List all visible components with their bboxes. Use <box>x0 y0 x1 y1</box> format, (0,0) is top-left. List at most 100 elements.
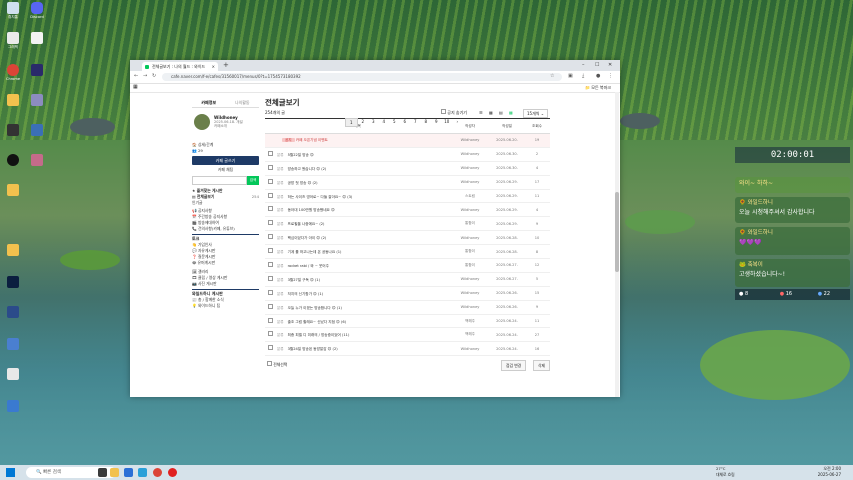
all-bookmarks[interactable]: 📁 모든 북마크 <box>585 85 611 91</box>
menu-item[interactable]: 📞 건의사항(카페, 유튜브) <box>192 226 259 232</box>
cafe-chat-link[interactable]: 카페 채팅 <box>192 167 259 173</box>
bookmark-star-icon[interactable]: ☆ <box>550 73 554 79</box>
row-checkbox[interactable] <box>268 289 273 295</box>
maximize-icon[interactable]: ☐ <box>595 60 599 71</box>
row-checkbox[interactable] <box>268 345 273 351</box>
page-link[interactable]: 3 <box>368 118 379 127</box>
post-author[interactable]: Wildhoney <box>450 161 490 176</box>
desktop-icon-app4[interactable] <box>26 124 48 137</box>
forward-icon[interactable]: → <box>143 73 147 79</box>
desktop-icon-discord[interactable]: Discord <box>26 2 48 19</box>
table-row[interactable]: 분류 오늘 누가 이겠는 방송합니다 😊 (1) Wildhoney 2025.06.… <box>265 300 550 315</box>
reload-icon[interactable]: ↻ <box>152 73 156 79</box>
row-checkbox[interactable] <box>268 303 273 309</box>
desktop-icon-folder3[interactable] <box>2 244 24 257</box>
desktop-icon-folder2[interactable] <box>2 184 24 197</box>
row-checkbox[interactable] <box>268 164 273 170</box>
menu-popular[interactable]: 인기글 <box>192 200 259 206</box>
windows-start-icon[interactable] <box>6 468 15 477</box>
post-title[interactable]: 분류 기계 를 하고나는데 온 공동나요 (1) <box>265 244 450 260</box>
post-author[interactable]: Wildhoney <box>450 133 490 148</box>
task-view-icon[interactable] <box>98 468 107 477</box>
table-row[interactable]: 분류 최종 피델 디 미래의 / 방송중이었어 (11) 백해주 2025.06.24… <box>265 327 550 343</box>
post-author[interactable]: 백해주 <box>450 327 490 343</box>
row-checkbox[interactable] <box>268 261 273 267</box>
notice-toggle[interactable]: 공지 숨기기 <box>441 108 467 118</box>
desktop-icon-app[interactable]: 그래픽 <box>2 32 24 49</box>
desktop-icon-app9[interactable] <box>2 368 24 381</box>
row-checkbox[interactable] <box>268 234 273 240</box>
post-title[interactable]: 분류 3월24일 방송된 동방말감 😊 (2) <box>265 341 450 357</box>
desktop-icon-photoshop[interactable] <box>2 276 24 289</box>
close-tab-icon[interactable]: × <box>212 62 215 71</box>
browser-tab[interactable]: 전체글보기 : 나의 월드 : 와이드 × <box>142 62 218 71</box>
post-author[interactable]: Wildhoney <box>450 341 490 357</box>
desktop-icon-app6[interactable] <box>26 154 48 167</box>
select-all[interactable]: 전체선택 <box>267 361 287 368</box>
extensions-icon[interactable]: ▣ <box>568 73 573 79</box>
view-card-icon[interactable]: ▦ <box>489 108 493 118</box>
view-list-icon[interactable]: ☰ <box>479 108 483 118</box>
post-author[interactable]: Wildhoney <box>450 202 490 218</box>
row-checkbox[interactable] <box>268 192 273 198</box>
post-author[interactable]: Wildhoney <box>450 300 490 315</box>
post-author[interactable]: Wildhoney <box>450 272 490 287</box>
page-link[interactable]: 7 <box>410 118 421 127</box>
desktop-icon-app8[interactable] <box>2 338 24 351</box>
table-row[interactable]: 분류 프로필을 나중에요~ (2) 통합이 2025.06.29. 9 <box>265 216 550 232</box>
tab-my-activity[interactable]: 나의활동 <box>226 98 260 107</box>
app-icon[interactable] <box>124 468 133 477</box>
table-row[interactable]: 분류 3월24일 방송된 동방말감 😊 (2) Wildhoney 2025.06.2… <box>265 341 550 357</box>
row-checkbox[interactable] <box>268 317 273 323</box>
page-link[interactable]: 1 <box>345 118 358 127</box>
desktop-icon-app5[interactable] <box>2 154 24 167</box>
table-row[interactable]: 분류 공방 첫 방송 😊 (2) Wildhoney 2025.06.29. 17 <box>265 175 550 190</box>
page-link[interactable]: 2 <box>358 118 369 127</box>
col-views[interactable]: 조회수 <box>524 118 550 134</box>
edge-icon[interactable] <box>138 468 147 477</box>
close-window-icon[interactable]: ✕ <box>608 60 612 71</box>
row-checkbox[interactable] <box>268 275 273 281</box>
desktop-icon-obs[interactable] <box>26 64 48 77</box>
page-link[interactable]: 5 <box>389 118 400 127</box>
view-album-icon[interactable]: ▤ <box>499 108 503 118</box>
page-link[interactable]: 6 <box>400 118 411 127</box>
row-checkbox[interactable] <box>268 220 273 226</box>
table-row[interactable]: 분류 하는 사이즈 영어로~ 다들 잘아요~ 😊 (3) 스트림 2025.06.29… <box>265 189 550 204</box>
page-link[interactable]: › <box>452 118 463 127</box>
table-row[interactable]: 분류 방송하고 왔습니다 😊 (2) Wildhoney 2025.06.30. 4 <box>265 161 550 176</box>
page-link[interactable]: 4 <box>379 118 390 127</box>
notice-row[interactable]: 공지 카페 오픈기념 이벤트 Wildhoney 2025.06.20. 19 <box>265 133 550 148</box>
profile-icon[interactable]: ● <box>596 73 600 79</box>
desktop-icon-chrome[interactable]: Chrome <box>2 64 24 81</box>
post-author[interactable]: 스트림 <box>450 189 490 204</box>
page-link[interactable]: 9 <box>431 118 442 127</box>
table-row[interactable]: 분류 5월22일 방송 😊 Wildhoney 2025.06.30. 2 <box>265 147 550 162</box>
row-checkbox[interactable] <box>268 331 273 337</box>
cafe-write-button[interactable]: 카페 글쓰기 <box>192 156 259 165</box>
post-title[interactable]: 분류 rocket rabi / 와 ~ 웃어주 <box>265 258 450 273</box>
post-author[interactable]: 통합이 <box>450 258 490 273</box>
post-title[interactable]: 분류 저지의 신기함가 😊 (1) <box>265 286 450 301</box>
desktop-icon-file[interactable] <box>26 32 48 45</box>
table-row[interactable]: 분류 3월27일 구독 😊 (1) Wildhoney 2025.06.27. 5 <box>265 272 550 287</box>
per-page-select[interactable]: 15개씩 ⌄ <box>523 109 549 118</box>
post-author[interactable]: Wildhoney <box>450 230 490 246</box>
post-author[interactable]: Wildhoney <box>450 147 490 162</box>
delete-button[interactable]: 삭제 <box>533 360 550 372</box>
post-author[interactable]: 통합이 <box>450 244 490 260</box>
menu-icon[interactable]: ⋮ <box>608 73 613 79</box>
post-title[interactable]: 분류 방송하고 왔습니다 😊 (2) <box>265 161 450 176</box>
member-count[interactable]: 👥 29 <box>192 148 259 154</box>
post-title[interactable]: 분류 동아대 100만원 방송했네요 😊 <box>265 202 450 218</box>
file-explorer-icon[interactable] <box>110 468 119 477</box>
post-title[interactable]: 분류 하는 사이즈 영어로~ 다들 잘아요~ 😊 (3) <box>265 189 450 204</box>
weather-widget[interactable]: 27°C 대체로 흐림 <box>716 466 735 478</box>
post-author[interactable]: 백해주 <box>450 314 490 329</box>
back-icon[interactable]: ← <box>134 73 138 79</box>
post-title[interactable]: 분류 핵심이었다가 아이 😊 (2) <box>265 230 450 246</box>
url-field[interactable]: cafe.naver.com/f-e/cafes/31560017/menus/… <box>162 73 562 81</box>
page-link[interactable]: 8 <box>421 118 432 127</box>
system-clock[interactable]: 오전 2:00 2025-06-27 <box>818 466 841 478</box>
page-link[interactable]: 10 <box>442 118 453 127</box>
